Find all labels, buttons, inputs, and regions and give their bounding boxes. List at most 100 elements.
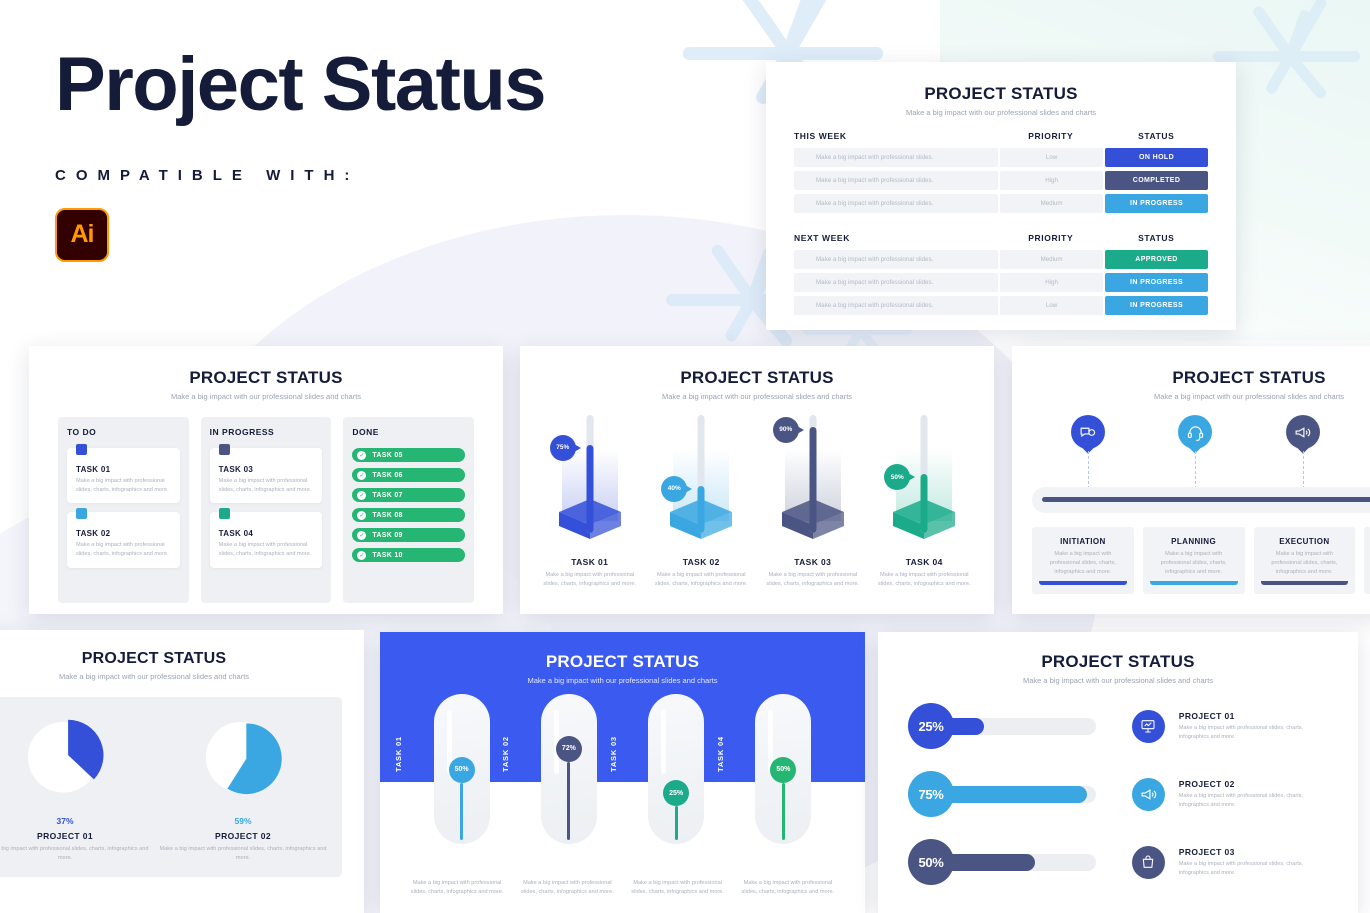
- slide-subtitle: Make a big impact with our professional …: [1022, 676, 1214, 685]
- megaphone-icon[interactable]: [1285, 415, 1320, 449]
- slide-subtitle: Make a big impact with our professional …: [170, 392, 362, 401]
- table-row: Make a big impact with professional slid…: [794, 273, 1208, 292]
- done-task-pill[interactable]: ✓ TASK 08: [352, 508, 466, 522]
- slide-project-status-table[interactable]: PROJECT STATUS Make a big impact with ou…: [766, 62, 1236, 330]
- pie-description: Make a big impact with professional slid…: [159, 846, 327, 861]
- capsule-percentage-badge: 50%: [770, 756, 797, 783]
- capsule-pin[interactable]: 72%: [555, 735, 582, 840]
- kanban-card[interactable]: TASK 03 Make a big impact with profession…: [209, 444, 323, 504]
- percentage-label: 90%: [779, 426, 793, 434]
- kanban-card[interactable]: TASK 04 Make a big impact with profession…: [209, 508, 323, 568]
- slide-subtitle: Make a big impact with our professional …: [58, 672, 250, 681]
- priority-cell: High: [1000, 273, 1104, 292]
- capsule-descriptions: Make a big impact with professional slid…: [380, 879, 865, 897]
- kanban-column-done: DONE ✓ TASK 05 ✓ TASK 06 ✓ TASK 07 ✓ TASK 08 ✓ TAS…: [343, 417, 475, 603]
- timeline-dashed-connector: [1087, 451, 1089, 489]
- progress-title: PROJECT 03: [1178, 846, 1235, 857]
- shopping-bag-icon[interactable]: [1131, 845, 1165, 879]
- headset-icon[interactable]: [1178, 415, 1213, 449]
- status-badge[interactable]: IN PROGRESS: [1105, 273, 1208, 292]
- timeline-stage-cards: INITIATION Make a big impact with profess…: [1032, 527, 1370, 594]
- card-title: TASK 01: [76, 465, 111, 474]
- capsule-description: Make a big impact with professional slid…: [631, 879, 724, 895]
- timeline-stage-card[interactable]: PLANNING Make a big impact with professio…: [1142, 527, 1245, 594]
- megaphone-icon[interactable]: [1131, 777, 1165, 811]
- slide-subtitle: Make a big impact with our professional …: [527, 676, 718, 685]
- capsule-description: Make a big impact with professional slid…: [410, 879, 504, 895]
- capsule-pin[interactable]: 50%: [770, 756, 797, 840]
- capsule-pin[interactable]: 25%: [663, 780, 690, 840]
- task-cell: Make a big impact with professional slid…: [794, 194, 999, 213]
- presentation-chart-icon[interactable]: [1131, 709, 1165, 743]
- slide-pie-charts[interactable]: PROJECT STATUS Make a big impact with ou…: [0, 630, 364, 913]
- capsule-description: Make a big impact with professional slid…: [521, 879, 614, 895]
- stage-description: Make a big impact with professional slid…: [1049, 551, 1116, 575]
- status-badge[interactable]: COMPLETED: [1105, 171, 1208, 190]
- stage-description: Make a big impact with professional slid…: [1271, 551, 1338, 575]
- pie-percentage-label: 59%: [234, 816, 252, 826]
- capsule-item: TASK 04 50%: [716, 694, 837, 854]
- slide-thermometer-chart[interactable]: PROJECT STATUS Make a big impact with ou…: [520, 346, 994, 614]
- pie-chart-item: 37% PROJECT 01 Make a big impact with prof…: [0, 713, 154, 863]
- kanban-column-header: TO DO: [67, 427, 97, 437]
- done-task-pill[interactable]: ✓ TASK 05: [352, 448, 466, 462]
- done-task-pill[interactable]: ✓ TASK 06: [352, 468, 466, 482]
- capsule-percentage-badge: 50%: [448, 756, 475, 783]
- progress-row: 75% PROJECT 02 Make a big impact with prof…: [908, 771, 1328, 817]
- status-badge[interactable]: ON HOLD: [1105, 148, 1208, 167]
- column-header-priority: PRIORITY: [1028, 233, 1074, 243]
- card-color-tag-icon: [218, 508, 230, 520]
- slide-kanban-board[interactable]: PROJECT STATUS Make a big impact with ou…: [29, 346, 503, 614]
- capsule-pin[interactable]: 50%: [448, 756, 475, 840]
- timeline-icon-cell: [1357, 415, 1370, 449]
- timeline-icon-cell: [1034, 415, 1142, 489]
- column-header-status: STATUS: [1138, 131, 1175, 141]
- capsule-group: TASK 01 50% TASK 02 72% TASK 03 25% TASK 04 50%: [380, 694, 865, 854]
- thermometer-fill: [697, 485, 705, 533]
- table-header-this-week: THIS WEEK PRIORITY STATUS: [794, 131, 1208, 141]
- done-task-label: TASK 10: [372, 551, 403, 559]
- chat-bubble-icon[interactable]: [1070, 415, 1105, 449]
- kanban-card[interactable]: TASK 02 Make a big impact with profession…: [67, 508, 180, 568]
- pie-chart-item: 59% PROJECT 02 Make a big impact with prof…: [154, 713, 332, 863]
- card-title: TASK 03: [218, 465, 254, 474]
- timeline-stage-card[interactable]: CLOSUREMake a big impact with profession…: [1364, 527, 1370, 594]
- done-task-pill[interactable]: ✓ TASK 09: [352, 528, 466, 542]
- task-cell: Make a big impact with professional slid…: [794, 250, 999, 269]
- status-badge[interactable]: IN PROGRESS: [1105, 296, 1208, 315]
- timeline-stage-card[interactable]: INITIATION Make a big impact with profess…: [1032, 527, 1134, 594]
- slide-subtitle: Make a big impact with our professional …: [1153, 392, 1345, 401]
- kanban-card[interactable]: TASK 01 Make a big impact with profession…: [67, 444, 180, 504]
- stage-title: INITIATION: [1060, 537, 1106, 546]
- kanban-column: IN PROGRESS TASK 03 Make a big impact with…: [200, 417, 332, 603]
- card-title: TASK 02: [76, 529, 111, 539]
- progress-description: Make a big impact with professional slid…: [1178, 724, 1304, 740]
- capsule-label: TASK 01: [394, 736, 403, 772]
- capsule-stem: [567, 761, 571, 840]
- timeline-stage-card[interactable]: EXECUTION Make a big impact with professi…: [1253, 527, 1356, 594]
- thermometer-title: TASK 04: [905, 557, 943, 567]
- task-cell: Make a big impact with professional slid…: [794, 273, 999, 292]
- kanban-column-header: DONE: [352, 427, 379, 437]
- slide-progress-bars[interactable]: PROJECT STATUS Make a big impact with ou…: [878, 632, 1358, 913]
- thermometer-visual: 40%: [646, 409, 758, 549]
- priority-cell: High: [1000, 171, 1104, 190]
- pie-title: PROJECT 01: [37, 831, 93, 841]
- capsule-shape: 72%: [540, 694, 597, 844]
- check-icon: ✓: [357, 450, 367, 460]
- thermometer-description: Make a big impact with professional slid…: [654, 572, 748, 587]
- table-row: Make a big impact with professional slid…: [794, 194, 1208, 213]
- status-badge[interactable]: APPROVED: [1105, 250, 1208, 269]
- done-task-pill[interactable]: ✓ TASK 10: [352, 548, 466, 562]
- priority-cell: Medium: [1000, 194, 1104, 213]
- percentage-bubble: 75%: [549, 434, 581, 461]
- done-task-pill[interactable]: ✓ TASK 07: [352, 488, 466, 502]
- slide-title: PROJECT STATUS: [545, 652, 700, 671]
- slide-capsule-chart[interactable]: PROJECT STATUS Make a big impact with ou…: [380, 632, 865, 913]
- capsule-stem: [674, 806, 678, 840]
- status-badge[interactable]: IN PROGRESS: [1105, 194, 1208, 213]
- pie-panel: 37% PROJECT 01 Make a big impact with prof…: [0, 697, 342, 877]
- slide-timeline[interactable]: PROJECT STATUS Make a big impact with ou…: [1012, 346, 1370, 614]
- capsule-label: TASK 03: [608, 736, 618, 772]
- percentage-label: 40%: [667, 485, 681, 493]
